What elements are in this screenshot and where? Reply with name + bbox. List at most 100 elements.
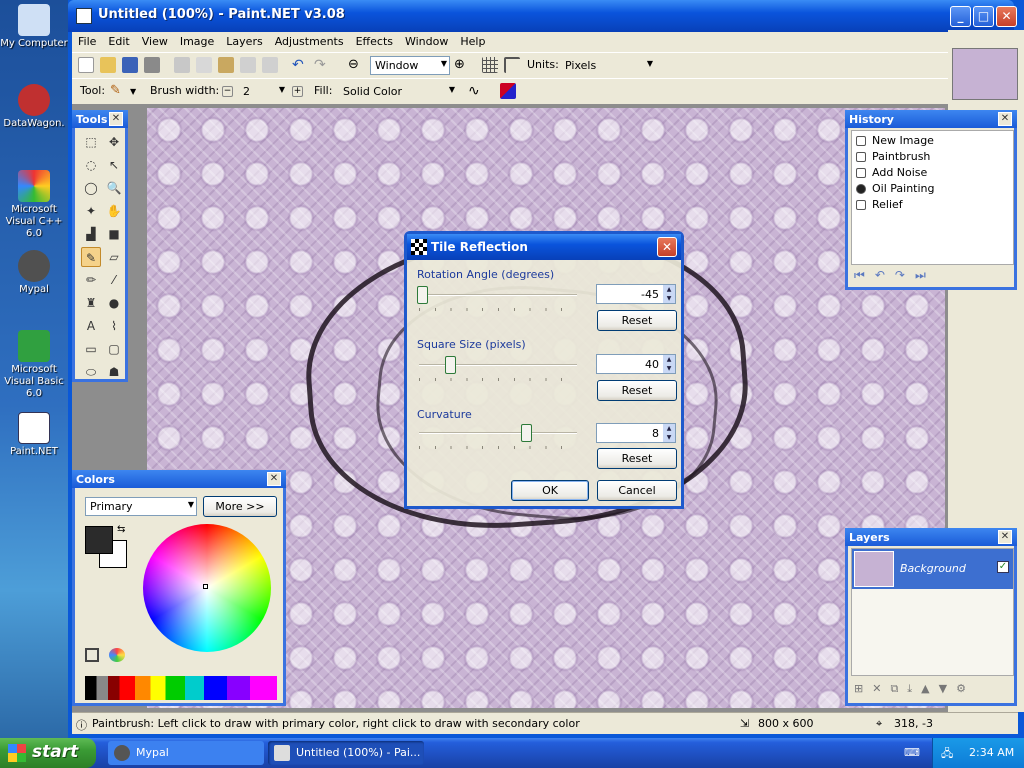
- menu-image[interactable]: Image: [174, 32, 220, 48]
- primary-color-swatch[interactable]: [85, 526, 113, 554]
- history-item[interactable]: Oil Painting: [852, 181, 1016, 197]
- ellipse-select-icon[interactable]: ◯: [81, 178, 101, 198]
- paste-icon[interactable]: [218, 57, 234, 73]
- paint-bucket-icon[interactable]: ▟: [81, 224, 101, 244]
- brush-width-select[interactable]: 2 ▼: [238, 82, 288, 101]
- taskbar-item-mypal[interactable]: Mypal: [108, 741, 264, 765]
- move-layer-up-icon[interactable]: ▲: [921, 682, 938, 695]
- curvature-spinner[interactable]: ▲ ▼: [663, 424, 675, 442]
- close-icon[interactable]: ✕: [109, 112, 123, 126]
- pan-icon[interactable]: ✋: [104, 201, 124, 221]
- square-size-slider-thumb[interactable]: [445, 356, 456, 374]
- dialog-titlebar[interactable]: Tile Reflection ✕: [407, 234, 681, 260]
- rotation-slider-thumb[interactable]: [417, 286, 428, 304]
- curvature-slider-thumb[interactable]: [521, 424, 532, 442]
- rotation-reset-button[interactable]: Reset: [597, 310, 677, 331]
- square-size-slider-track[interactable]: [419, 364, 577, 366]
- history-item[interactable]: New Image: [852, 133, 1016, 149]
- menu-view[interactable]: View: [136, 32, 174, 48]
- move-icon[interactable]: ✥: [104, 132, 124, 152]
- clone-stamp-icon[interactable]: ♜: [81, 293, 101, 313]
- desktop-icon-datawagon[interactable]: DataWagon.: [0, 84, 68, 130]
- desktop-icon-visual-cpp[interactable]: Microsoft Visual C++ 6.0: [0, 170, 68, 240]
- save-icon[interactable]: [122, 57, 138, 73]
- primary-secondary-icon[interactable]: [85, 648, 99, 662]
- recolor-icon[interactable]: ●: [104, 293, 124, 313]
- menu-effects[interactable]: Effects: [350, 32, 399, 48]
- swap-colors-icon[interactable]: ⇆: [117, 524, 125, 535]
- rect-select-icon[interactable]: ⬚: [81, 132, 101, 152]
- desktop-icon-mypal[interactable]: Mypal: [0, 250, 68, 296]
- undo-icon[interactable]: ↶: [292, 57, 308, 73]
- text-icon[interactable]: A: [81, 316, 101, 336]
- zoom-out-icon[interactable]: ⊖: [348, 57, 364, 73]
- close-icon[interactable]: ✕: [998, 112, 1012, 126]
- rounded-rect-icon[interactable]: ▢: [104, 339, 124, 359]
- paintbrush-icon[interactable]: ✎: [110, 83, 126, 99]
- delete-layer-icon[interactable]: ✕: [872, 682, 890, 695]
- color-palette-strip[interactable]: [85, 676, 277, 700]
- gradient-icon[interactable]: ■: [104, 224, 124, 244]
- redo-icon[interactable]: ↷: [314, 57, 330, 73]
- blend-mode-icon[interactable]: [500, 83, 516, 99]
- first-step-icon[interactable]: ⏮: [854, 268, 875, 282]
- crop-icon[interactable]: [240, 57, 256, 73]
- image-thumbnail[interactable]: [952, 48, 1018, 100]
- taskbar-item-paintnet[interactable]: Untitled (100%) - Pai...: [268, 741, 424, 765]
- fill-select[interactable]: Solid Color ▼: [338, 82, 458, 101]
- increase-icon[interactable]: +: [292, 86, 303, 97]
- merge-layer-icon[interactable]: ⤓: [907, 682, 921, 695]
- layer-row[interactable]: Background ✓: [852, 549, 1013, 589]
- antialiasing-icon[interactable]: ∿: [468, 83, 484, 99]
- dialog-close-button[interactable]: ✕: [657, 237, 677, 257]
- more-colors-button[interactable]: More >>: [203, 496, 277, 517]
- rotation-slider-track[interactable]: [419, 294, 577, 296]
- network-icon[interactable]: 🖧: [941, 745, 953, 764]
- history-item[interactable]: Paintbrush: [852, 149, 1016, 165]
- cancel-button[interactable]: Cancel: [597, 480, 677, 501]
- duplicate-layer-icon[interactable]: ⧉: [890, 682, 907, 695]
- copy-icon[interactable]: [196, 57, 212, 73]
- color-picker-icon[interactable]: ⁄: [104, 270, 124, 290]
- ellipse-icon[interactable]: ⬭: [81, 362, 101, 382]
- eraser-icon[interactable]: ▱: [104, 247, 124, 267]
- magic-wand-icon[interactable]: ✦: [81, 201, 101, 221]
- maximize-button[interactable]: □: [973, 6, 994, 27]
- color-mode-select[interactable]: Primary ▼: [85, 497, 197, 516]
- start-button[interactable]: start: [0, 738, 96, 768]
- move-layer-down-icon[interactable]: ▼: [939, 682, 956, 695]
- minimize-button[interactable]: _: [950, 6, 971, 27]
- menu-window[interactable]: Window: [399, 32, 454, 48]
- cut-icon[interactable]: [174, 57, 190, 73]
- redo-icon[interactable]: ↷: [895, 268, 915, 282]
- zoom-in-icon[interactable]: ⊕: [454, 57, 470, 73]
- zoom-select[interactable]: Window ▼: [370, 56, 450, 75]
- curvature-input[interactable]: 8 ▲ ▼: [596, 423, 676, 443]
- color-wheel-cursor[interactable]: [203, 584, 208, 589]
- square-size-input[interactable]: 40 ▲ ▼: [596, 354, 676, 374]
- rotation-input[interactable]: -45 ▲ ▼: [596, 284, 676, 304]
- close-button[interactable]: ✕: [996, 6, 1017, 27]
- close-icon[interactable]: ✕: [998, 530, 1012, 544]
- history-item[interactable]: Add Noise: [852, 165, 1016, 181]
- lasso-icon[interactable]: ◌: [81, 155, 101, 175]
- last-step-icon[interactable]: ⏭: [915, 268, 936, 282]
- palette-icon[interactable]: [109, 648, 125, 662]
- desktop-icon-my-computer[interactable]: My Computer: [0, 4, 68, 50]
- line-icon[interactable]: ⌇: [104, 316, 124, 336]
- move-selection-icon[interactable]: ↖: [104, 155, 124, 175]
- chevron-down-icon[interactable]: ▼: [130, 87, 136, 96]
- close-icon[interactable]: ✕: [267, 472, 281, 486]
- ruler-icon[interactable]: [504, 57, 520, 73]
- freeform-icon[interactable]: ☗: [104, 362, 124, 382]
- add-layer-icon[interactable]: ⊞: [854, 682, 872, 695]
- zoom-icon[interactable]: 🔍: [104, 178, 124, 198]
- desktop-icon-paintnet[interactable]: Paint.NET: [0, 412, 68, 458]
- layer-visible-checkbox[interactable]: ✓: [997, 561, 1009, 573]
- history-item[interactable]: Relief: [852, 197, 1016, 213]
- menu-layers[interactable]: Layers: [220, 32, 268, 48]
- grid-icon[interactable]: [482, 57, 498, 73]
- square-size-reset-button[interactable]: Reset: [597, 380, 677, 401]
- open-icon[interactable]: [100, 57, 116, 73]
- decrease-icon[interactable]: −: [222, 86, 233, 97]
